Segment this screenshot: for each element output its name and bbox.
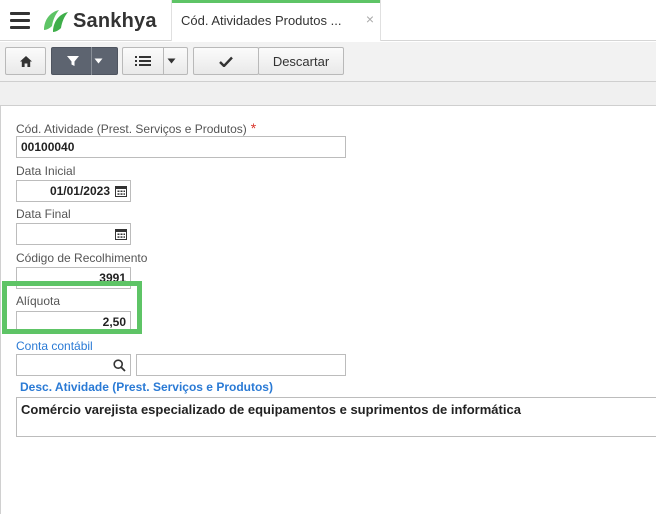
data-inicial-label: Data Inicial bbox=[16, 164, 76, 178]
filter-separator bbox=[91, 47, 92, 75]
sankhya-leaf-icon bbox=[44, 10, 68, 32]
filter-button[interactable] bbox=[51, 47, 118, 75]
codigo-recolhimento-input[interactable]: 3991 bbox=[16, 267, 131, 289]
top-header: Sankhya Cód. Atividades Produtos ... × bbox=[0, 0, 656, 41]
desc-atividade-label: Desc. Atividade (Prest. Serviços e Produ… bbox=[20, 380, 273, 394]
cod-atividade-input[interactable]: 00100040 bbox=[16, 136, 346, 158]
codigo-recolhimento-label: Código de Recolhimento bbox=[16, 251, 148, 265]
menu-icon[interactable] bbox=[10, 12, 32, 30]
chevron-down-icon[interactable] bbox=[94, 58, 103, 64]
check-icon bbox=[219, 56, 233, 67]
tab-cod-atividades[interactable]: Cód. Atividades Produtos ... × bbox=[171, 0, 381, 41]
conta-contabil-label[interactable]: Conta contábil bbox=[16, 339, 93, 353]
data-inicial-value: 01/01/2023 bbox=[49, 184, 110, 198]
home-icon bbox=[19, 55, 32, 67]
aliquota-input[interactable]: 2,50 bbox=[16, 311, 131, 333]
conta-contabil-desc-input[interactable] bbox=[136, 354, 346, 376]
tab-label: Cód. Atividades Produtos ... bbox=[181, 13, 342, 28]
save-button[interactable] bbox=[193, 47, 259, 75]
sankhya-logo[interactable]: Sankhya bbox=[41, 8, 157, 34]
list-icon bbox=[134, 56, 151, 66]
section-band bbox=[0, 82, 656, 106]
calendar-icon[interactable] bbox=[115, 185, 127, 197]
search-icon[interactable] bbox=[113, 359, 126, 372]
list-separator bbox=[163, 47, 164, 75]
data-final-label: Data Final bbox=[16, 207, 71, 221]
close-icon[interactable]: × bbox=[366, 11, 374, 27]
list-view-button[interactable] bbox=[122, 47, 188, 75]
data-final-input[interactable] bbox=[16, 223, 131, 245]
left-divider bbox=[0, 106, 1, 514]
discard-label: Descartar bbox=[272, 53, 330, 69]
conta-contabil-code-input[interactable] bbox=[16, 354, 131, 376]
logo-text: Sankhya bbox=[73, 9, 157, 32]
cod-atividade-label-text: Cód. Atividade (Prest. Serviços e Produt… bbox=[16, 122, 247, 136]
toolbar: Descartar bbox=[0, 42, 656, 82]
calendar-icon[interactable] bbox=[115, 228, 127, 240]
home-button[interactable] bbox=[5, 47, 46, 75]
filter-icon bbox=[67, 56, 79, 66]
chevron-down-icon[interactable] bbox=[167, 58, 176, 64]
required-mark: * bbox=[250, 120, 257, 136]
discard-button[interactable]: Descartar bbox=[258, 47, 344, 75]
aliquota-label: Alíquota bbox=[16, 294, 61, 308]
cod-atividade-label: Cód. Atividade (Prest. Serviços e Produt… bbox=[16, 120, 256, 136]
desc-atividade-textarea[interactable]: Comércio varejista especializado de equi… bbox=[16, 397, 656, 437]
data-inicial-input[interactable]: 01/01/2023 bbox=[16, 180, 131, 202]
